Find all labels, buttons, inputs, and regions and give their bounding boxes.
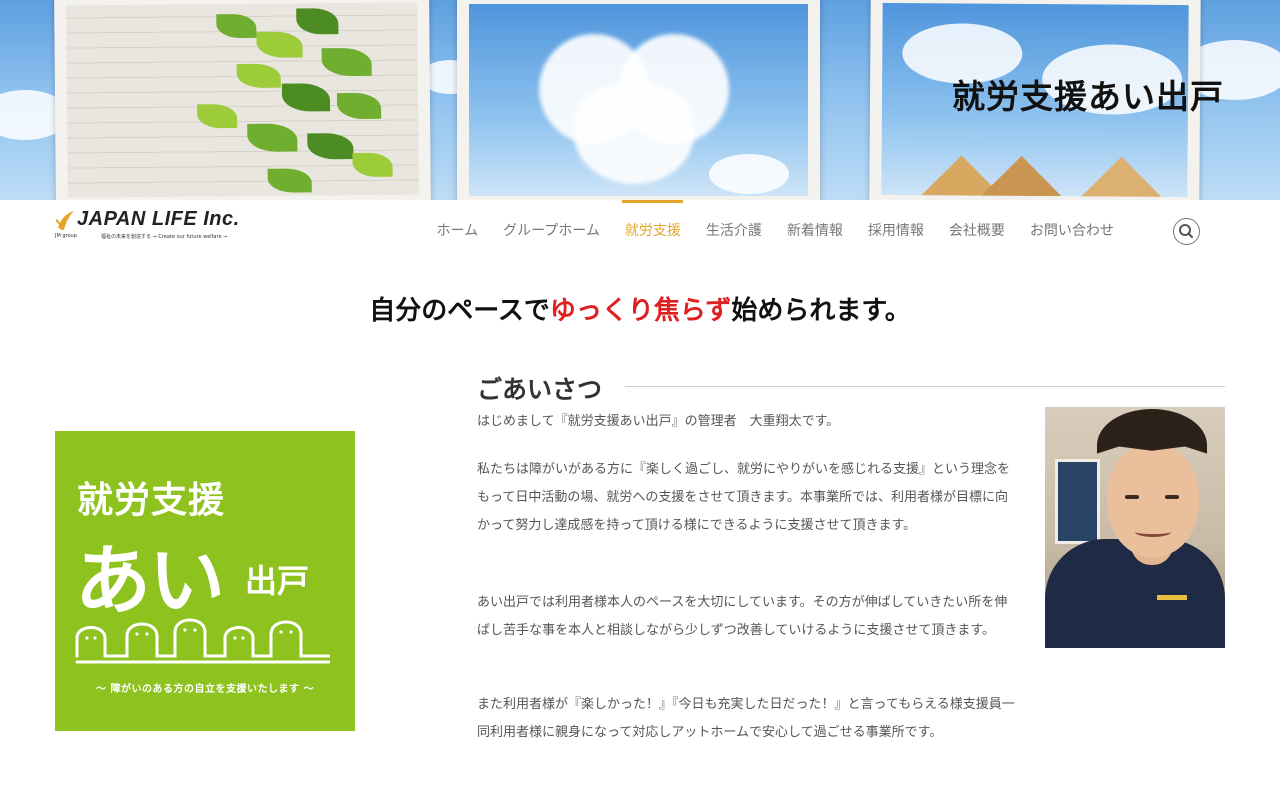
- nav-item-life-care[interactable]: 生活介護: [693, 200, 774, 264]
- nav-item-home[interactable]: ホーム: [424, 200, 491, 264]
- facility-logo-line2: あい: [75, 536, 225, 625]
- manager-photo: [1045, 407, 1225, 648]
- nav-item-company[interactable]: 会社概要: [936, 200, 1017, 264]
- photo-frame-tree: [54, 0, 431, 200]
- greeting-title: ごあいさつ: [477, 375, 603, 404]
- nav-item-recruitment[interactable]: 採用情報: [855, 200, 936, 264]
- facility-logo-line3: 出戸: [245, 562, 310, 600]
- page-tagline: 自分のペースでゆっくり焦らず始められます。: [0, 290, 1280, 327]
- search-button[interactable]: [1173, 218, 1200, 245]
- facility-logo-line1: 就労支援: [77, 480, 226, 521]
- greeting-title-rule: [625, 386, 1225, 387]
- photo-frame-heart-cloud: [457, 0, 820, 200]
- people-illustration-icon: [75, 618, 330, 664]
- hero-title: 就労支援あい出戸: [952, 77, 1224, 116]
- logo-wordmark: JAPAN LIFE Inc.: [77, 208, 240, 230]
- search-icon: [1179, 224, 1194, 239]
- greeting-paragraph: はじめまして『就労支援あい出戸』の管理者 大重翔太です。: [477, 414, 840, 429]
- nav-item-group-home[interactable]: グループホーム: [491, 200, 613, 264]
- frame-image-heart-cloud: [469, 4, 808, 196]
- wall-picture: [1055, 459, 1100, 544]
- greeting-paragraph: 私たちは障がいがある方に『楽しく過ごし、就労にやりがいを感じれる支援』という理念…: [477, 462, 1011, 533]
- site-logo[interactable]: JAPAN LIFE Inc. JM group 福祉の未来を創造する ⇒ Cr…: [55, 208, 260, 242]
- nav-item-employment-support[interactable]: 就労支援: [612, 200, 693, 264]
- logo-tagline: 福祉の未来を創造する ⇒ Create our future welfare ⇒: [101, 234, 228, 240]
- logo-mark-icon: [55, 211, 74, 231]
- main-nav: ホーム グループホーム 就労支援 生活介護 新着情報 採用情報 会社概要 お問い…: [424, 200, 1126, 264]
- greeting-paragraph: あい出戸では利用者様本人のペースを大切にしています。その方が伸ばしていきたい所を…: [477, 595, 1008, 638]
- tagline-highlight: ゆっくり焦らず: [549, 296, 732, 326]
- logo-group: JM group: [55, 233, 77, 239]
- nav-item-news[interactable]: 新着情報: [774, 200, 855, 264]
- tagline-before: 自分のペースで: [369, 296, 550, 326]
- greeting-paragraph: また利用者様が『楽しかった！』『今日も充実した日だった！』と言ってもらえる様支援…: [477, 697, 1015, 740]
- facility-logo-caption: 〜 障がいのある方の自立を支援いたします 〜: [96, 684, 314, 695]
- frame-image-tree: [66, 2, 419, 198]
- nav-item-contact[interactable]: お問い合わせ: [1017, 200, 1126, 264]
- facility-logo-panel: 就労支援 あい 出戸 〜 障がいのある方の自立を支援いたします 〜: [55, 431, 355, 731]
- hero-banner: 就労支援あい出戸: [0, 0, 1280, 200]
- tagline-after: 始められます。: [731, 296, 911, 326]
